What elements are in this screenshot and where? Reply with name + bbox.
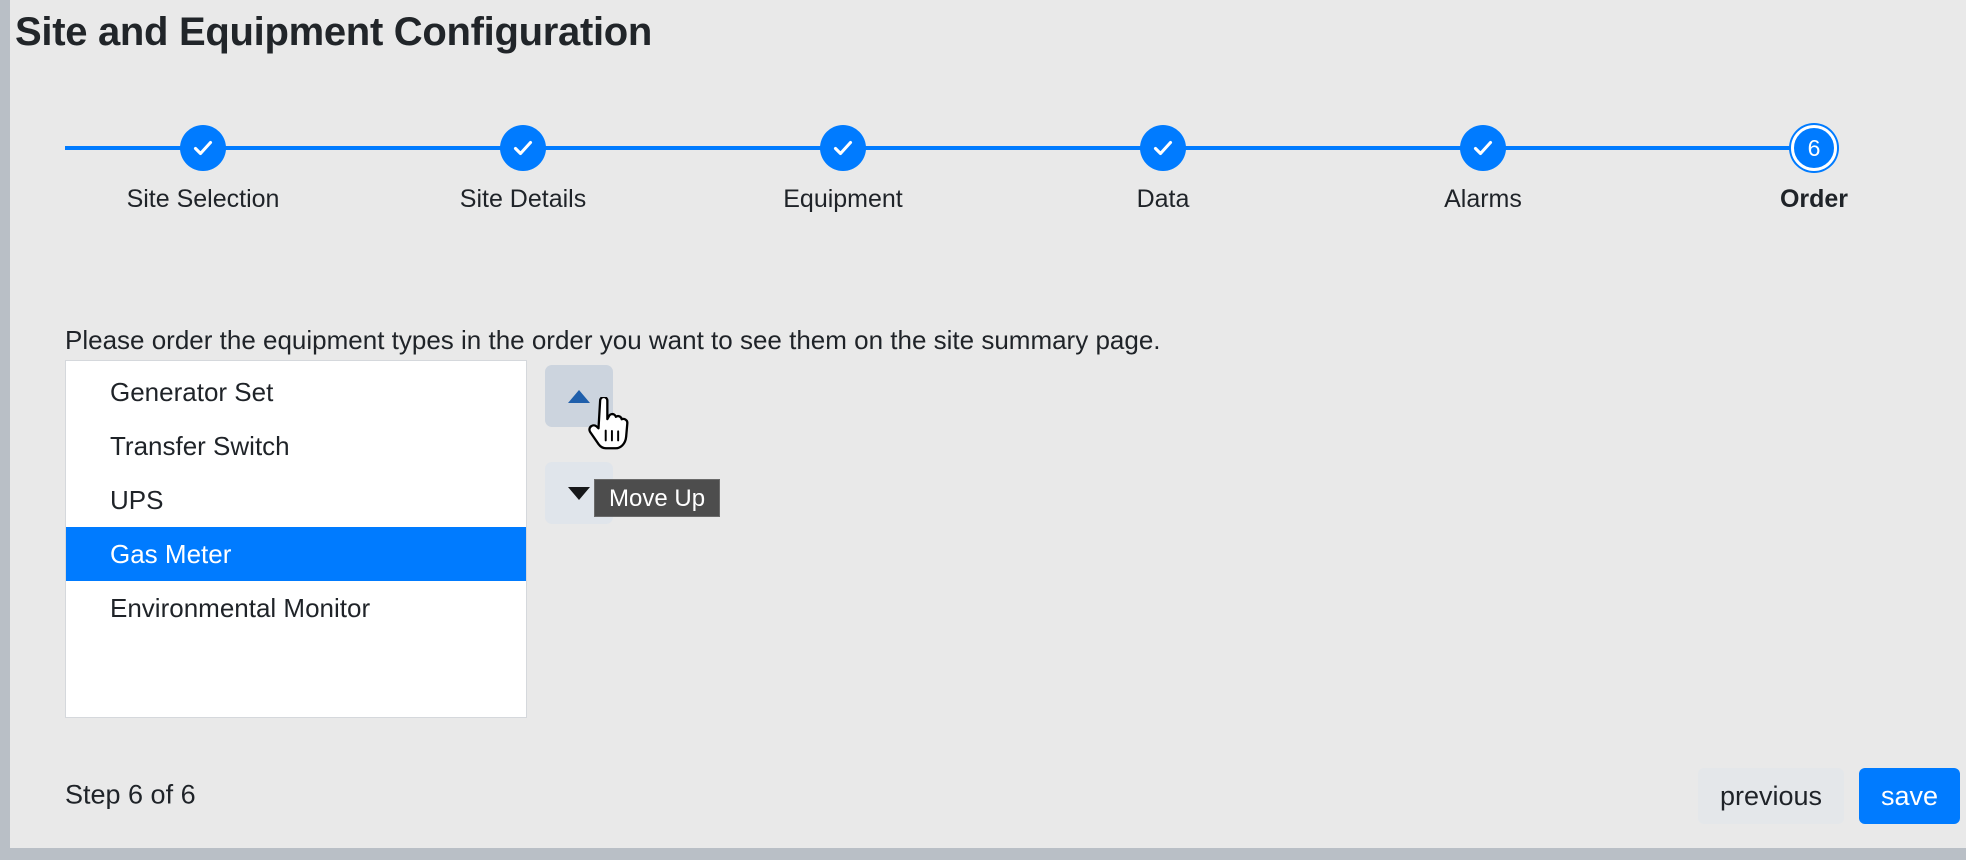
wizard-stepper: Site Selection Site Details Equipment [65,125,1910,240]
step-circle [1140,125,1186,171]
step-site-selection[interactable]: Site Selection [103,125,303,214]
step-number: 6 [1808,137,1821,160]
step-label: Alarms [1383,185,1583,214]
check-icon [1471,136,1495,160]
equipment-order-listbox[interactable]: Generator Set Transfer Switch UPS Gas Me… [65,360,527,718]
step-circle [180,125,226,171]
stepper-connector [1281,146,1601,150]
step-order[interactable]: 6 Order [1714,125,1914,214]
list-item-selected[interactable]: Gas Meter [66,527,526,581]
list-item[interactable]: Environmental Monitor [66,581,526,635]
step-circle [820,125,866,171]
check-icon [1151,136,1175,160]
step-circle [1460,125,1506,171]
list-item[interactable]: Transfer Switch [66,419,526,473]
step-circle [500,125,546,171]
application-frame: Site and Equipment Configuration Site Se… [10,0,1966,848]
step-site-details[interactable]: Site Details [423,125,623,214]
step-label: Site Details [423,185,623,214]
tooltip: Move Up [594,479,720,517]
save-button[interactable]: save [1859,768,1960,824]
step-counter: Step 6 of 6 [65,780,196,811]
step-circle: 6 [1791,125,1837,171]
triangle-down-icon [568,487,590,500]
instruction-text: Please order the equipment types in the … [65,325,1161,356]
stepper-connector [1601,146,1814,150]
stepper-connector [641,146,961,150]
stepper-connector [961,146,1281,150]
step-label: Order [1714,185,1914,214]
step-label: Data [1063,185,1263,214]
step-equipment[interactable]: Equipment [743,125,943,214]
step-label: Equipment [743,185,943,214]
step-data[interactable]: Data [1063,125,1263,214]
stepper-connector [321,146,641,150]
check-icon [191,136,215,160]
list-item[interactable]: UPS [66,473,526,527]
previous-button[interactable]: previous [1698,768,1844,824]
triangle-up-icon [568,390,590,403]
check-icon [511,136,535,160]
check-icon [831,136,855,160]
list-item[interactable]: Generator Set [66,365,526,419]
move-up-button[interactable] [545,365,613,427]
step-alarms[interactable]: Alarms [1383,125,1583,214]
step-label: Site Selection [103,185,303,214]
page-title: Site and Equipment Configuration [15,10,652,55]
